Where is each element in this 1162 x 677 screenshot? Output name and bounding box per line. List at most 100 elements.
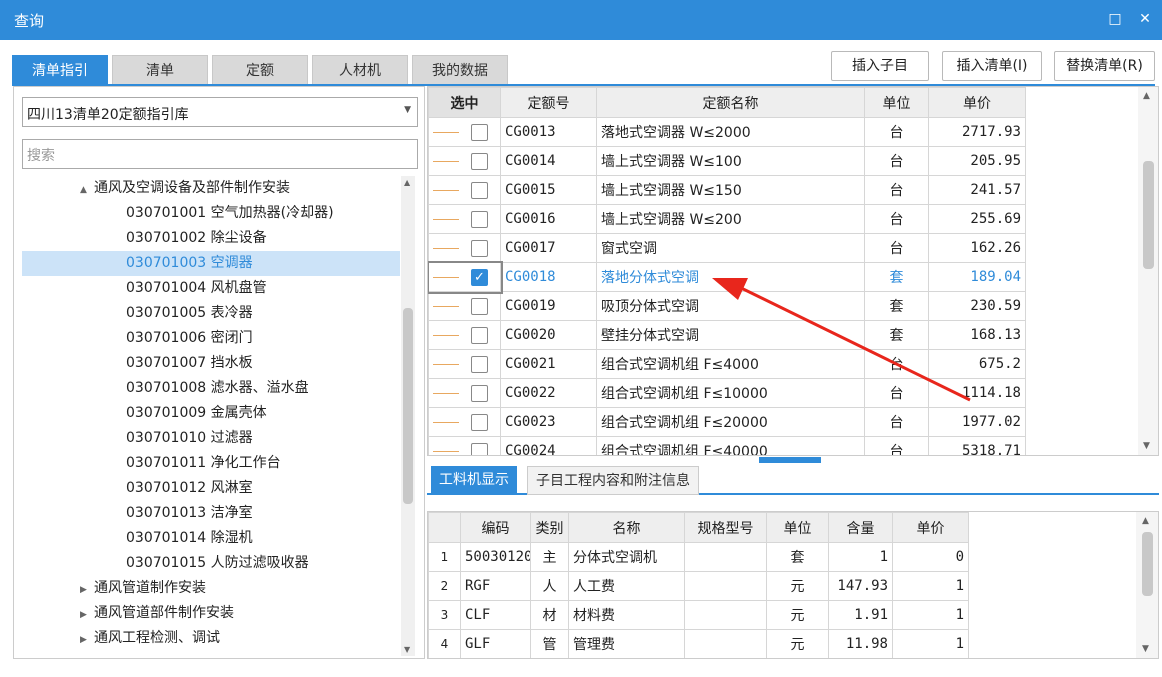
tree-node-duct-parts[interactable]: ▶ 通风管道部件制作安装 <box>22 601 400 626</box>
table-row[interactable]: CG0015 墙上式空调器 W≤150 台 241.57 <box>428 175 1026 205</box>
table-row[interactable]: CG0017 窗式空调台 162.26 <box>428 233 1026 263</box>
table-row[interactable]: CG0014 墙上式空调器 W≤100 台 205.95 <box>428 146 1026 176</box>
header-spec[interactable]: 规格型号 <box>684 512 767 543</box>
checkbox[interactable] <box>471 210 488 228</box>
library-select[interactable]: 四川13清单20定额指引库 ▼ <box>22 97 418 127</box>
resource-grid-scrollbar[interactable]: ▲ ▼ <box>1136 512 1158 658</box>
header-name[interactable]: 定额名称 <box>596 87 865 118</box>
checkbox[interactable] <box>471 413 488 431</box>
select-cell[interactable] <box>428 320 501 350</box>
table-row[interactable]: CG0016 墙上式空调器 W≤200 台 255.69 <box>428 204 1026 234</box>
tree-node[interactable]: 030701013 洁净室 <box>22 501 400 526</box>
tree-scrollbar[interactable]: ▲ ▼ <box>401 176 415 656</box>
tree-node[interactable]: 030701008 滤水器、溢水盘 <box>22 376 400 401</box>
tree-node[interactable]: 030701007 挡水板 <box>22 351 400 376</box>
quota-scroll-thumb[interactable] <box>1143 161 1154 269</box>
tab-list-guide[interactable]: 清单指引 <box>12 55 108 85</box>
select-cell[interactable] <box>428 436 501 455</box>
header-name[interactable]: 名称 <box>568 512 685 543</box>
table-row[interactable]: CG0023 组合式空调机组 F≤20000 台 1977.02 <box>428 407 1026 437</box>
tree-node-ventilation-equipment[interactable]: ▲ 通风及空调设备及部件制作安装 <box>22 176 400 201</box>
scroll-up-icon[interactable]: ▲ <box>404 178 410 187</box>
checkbox[interactable] <box>471 297 488 315</box>
tree-node[interactable]: 030701011 净化工作台 <box>22 451 400 476</box>
tree-node[interactable]: 030701002 除尘设备 <box>22 226 400 251</box>
header-select[interactable]: 选中 <box>428 87 501 118</box>
tab-quota[interactable]: 定额 <box>212 55 308 85</box>
resource-scroll-thumb[interactable] <box>1142 532 1153 596</box>
checkbox[interactable] <box>471 123 488 141</box>
select-cell[interactable] <box>428 233 501 263</box>
checkbox[interactable] <box>471 442 488 455</box>
header-price[interactable]: 单价 <box>928 87 1026 118</box>
tree-node-duct-fabrication[interactable]: ▶ 通风管道制作安装 <box>22 576 400 601</box>
expand-icon[interactable]: ▶ <box>80 578 94 603</box>
search-input[interactable]: 搜索 <box>22 139 418 169</box>
table-row[interactable]: ✓ CG0018 落地分体式空调套 189.04 <box>428 260 1026 294</box>
replace-list-button[interactable]: 替换清单(R) <box>1054 51 1155 81</box>
table-row[interactable]: CG0024 组合式空调机组 F≤40000 台 5318.71 <box>428 436 1026 455</box>
tree-node-testing[interactable]: ▶ 通风工程检测、调试 <box>22 626 400 651</box>
scroll-down-icon[interactable]: ▼ <box>1142 644 1149 654</box>
header-unit[interactable]: 单位 <box>864 87 929 118</box>
table-row[interactable]: CG0022 组合式空调机组 F≤10000 台 1114.18 <box>428 378 1026 408</box>
header-code[interactable]: 定额号 <box>500 87 597 118</box>
close-icon[interactable]: ✕ <box>1134 8 1156 30</box>
select-cell[interactable] <box>428 146 501 176</box>
select-cell[interactable] <box>428 291 501 321</box>
tree-node[interactable]: 030701001 空气加热器(冷却器) <box>22 201 400 226</box>
select-cell[interactable] <box>428 204 501 234</box>
checkbox[interactable] <box>471 152 488 170</box>
table-row[interactable]: CG0013 落地式空调器 W≤2000 台 2717.93 <box>428 117 1026 147</box>
checkbox[interactable] <box>471 384 488 402</box>
table-row[interactable]: CG0020 壁挂分体式空调套 168.13 <box>428 320 1026 350</box>
header-unit[interactable]: 单位 <box>766 512 829 543</box>
scroll-up-icon[interactable]: ▲ <box>1143 91 1150 101</box>
tree-node[interactable]: 030701005 表冷器 <box>22 301 400 326</box>
insert-child-button[interactable]: 插入子目 <box>831 51 929 81</box>
tab-my-data[interactable]: 我的数据 <box>412 55 508 85</box>
tree-node[interactable]: 030701012 风淋室 <box>22 476 400 501</box>
select-cell[interactable] <box>428 407 501 437</box>
table-row[interactable]: CG0019 吸顶分体式空调套 230.59 <box>428 291 1026 321</box>
header-price[interactable]: 单价 <box>892 512 969 543</box>
select-cell[interactable] <box>428 378 501 408</box>
checkbox[interactable] <box>471 239 488 257</box>
table-row[interactable]: 4 GLF 管管理费 元 11.98 1 <box>428 629 969 658</box>
select-cell[interactable] <box>428 175 501 205</box>
expand-icon[interactable]: ▶ <box>80 603 94 628</box>
checkbox[interactable] <box>471 326 488 344</box>
insert-list-button[interactable]: 插入清单(I) <box>942 51 1042 81</box>
header-quantity[interactable]: 含量 <box>828 512 893 543</box>
scroll-up-icon[interactable]: ▲ <box>1142 516 1149 526</box>
tree-node[interactable]: 030701006 密闭门 <box>22 326 400 351</box>
tab-list[interactable]: 清单 <box>112 55 208 85</box>
tree-node[interactable]: 030701010 过滤器 <box>22 426 400 451</box>
tree-scroll-thumb[interactable] <box>403 308 413 504</box>
table-row[interactable]: 2 RGF 人人工费 元 147.93 1 <box>428 571 969 601</box>
checkbox-checked[interactable]: ✓ <box>471 268 488 286</box>
tab-resources[interactable]: 人材机 <box>312 55 408 85</box>
header-code[interactable]: 编码 <box>460 512 531 543</box>
tab-resource-display[interactable]: 工料机显示 <box>431 466 517 495</box>
checkbox[interactable] <box>471 355 488 373</box>
tree-node[interactable]: 030701004 风机盘管 <box>22 276 400 301</box>
table-row[interactable]: 1 50030120 主分体式空调机套 1 0 <box>428 542 969 572</box>
tree-node-selected[interactable]: 030701003 空调器 <box>22 251 400 276</box>
tree-node[interactable]: 030701015 人防过滤吸收器 <box>22 551 400 576</box>
table-row[interactable]: CG0021 组合式空调机组 F≤4000 台 675.2 <box>428 349 1026 379</box>
select-cell[interactable] <box>428 117 501 147</box>
scroll-down-icon[interactable]: ▼ <box>404 645 410 654</box>
expand-icon[interactable]: ▶ <box>80 628 94 653</box>
scroll-down-icon[interactable]: ▼ <box>1143 441 1150 451</box>
collapse-icon[interactable]: ▲ <box>80 178 94 203</box>
tree-node[interactable]: 030701014 除湿机 <box>22 526 400 551</box>
header-type[interactable]: 类别 <box>530 512 569 543</box>
restore-icon[interactable]: □ <box>1104 8 1126 30</box>
quota-grid-scrollbar[interactable]: ▲ ▼ <box>1138 87 1158 455</box>
table-row[interactable]: 3 CLF 材材料费 元 1.91 1 <box>428 600 969 630</box>
checkbox[interactable] <box>471 181 488 199</box>
tree-node[interactable]: 030701009 金属壳体 <box>22 401 400 426</box>
select-cell[interactable] <box>428 349 501 379</box>
tab-work-content-notes[interactable]: 子目工程内容和附注信息 <box>527 466 699 495</box>
